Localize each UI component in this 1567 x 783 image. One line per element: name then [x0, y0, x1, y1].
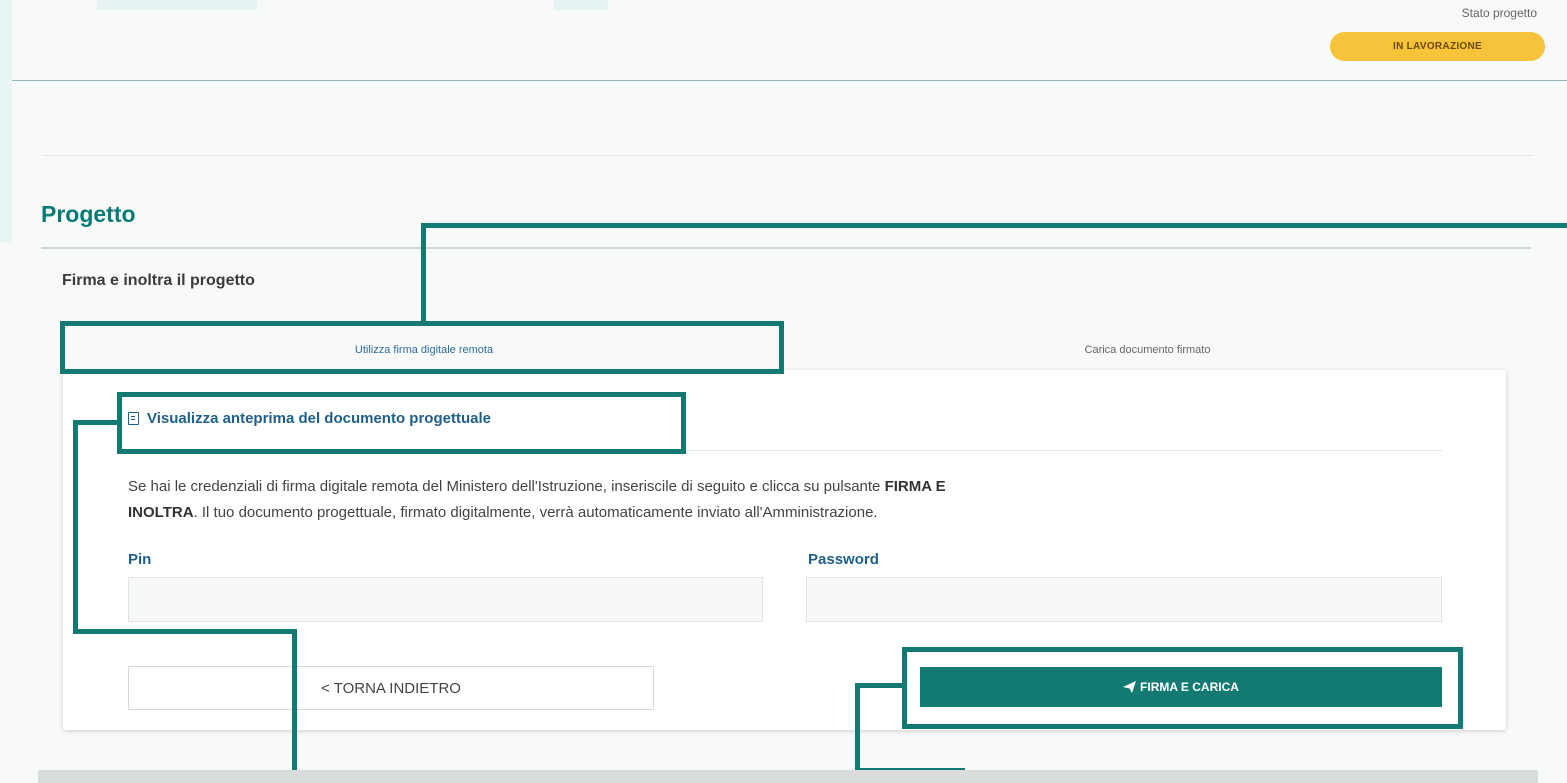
- connector-line: [855, 683, 905, 688]
- highlight-sign-button: [902, 647, 1463, 729]
- status-label: Stato progetto: [1461, 6, 1537, 20]
- left-accent-strip: [0, 0, 12, 243]
- page-title: Progetto: [41, 201, 136, 227]
- pin-input[interactable]: [128, 577, 763, 622]
- instructions-part-1: Se hai le credenziali di firma digitale …: [128, 478, 885, 495]
- connector-line: [292, 629, 297, 783]
- header-decoration: [97, 0, 257, 10]
- connector-line: [855, 683, 860, 773]
- connector-line: [421, 223, 1567, 228]
- tab-upload-signed-document[interactable]: Carica documento firmato: [790, 327, 1505, 373]
- instructions-part-2: . Il tuo documento progettuale, firmato …: [193, 504, 878, 521]
- section-subtitle: Firma e inoltra il progetto: [62, 272, 255, 289]
- connector-line: [421, 223, 426, 324]
- connector-line: [73, 420, 78, 634]
- highlight-remote-signature-tab: [60, 321, 784, 374]
- status-badge: IN LAVORAZIONE: [1330, 32, 1545, 61]
- instructions-text: Se hai le credenziali di firma digitale …: [128, 474, 1438, 526]
- password-label: Password: [808, 551, 879, 568]
- instructions-bold-2: INOLTRA: [128, 504, 194, 521]
- back-button[interactable]: < TORNA INDIETRO: [128, 666, 654, 710]
- header-decoration: [554, 0, 608, 10]
- password-input[interactable]: [806, 577, 1442, 622]
- bottom-strip: [38, 770, 1538, 783]
- pin-label: Pin: [128, 551, 152, 568]
- title-underline: [41, 247, 1531, 249]
- highlight-preview-link: [117, 392, 686, 454]
- connector-line: [73, 420, 120, 425]
- instructions-bold-1: FIRMA E: [884, 478, 946, 495]
- connector-line: [73, 629, 297, 634]
- divider: [43, 155, 1533, 156]
